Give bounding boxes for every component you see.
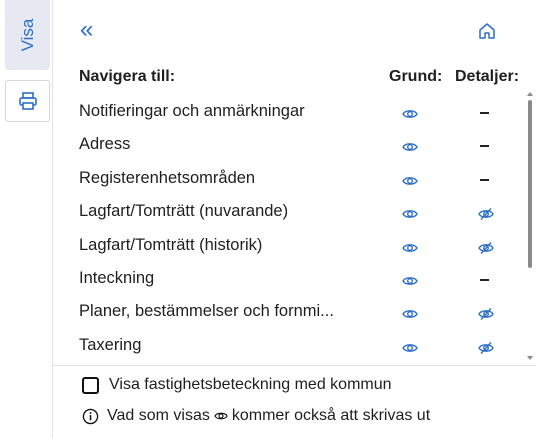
tab-visa[interactable]: Visa (5, 0, 50, 70)
info-icon (82, 408, 99, 424)
list-item[interactable]: Adress (52, 129, 522, 163)
double-chevron-left-icon: « (80, 16, 94, 43)
list-item[interactable]: Inteckning (52, 263, 522, 297)
list-item[interactable]: Notifieringar och anmärkningar (52, 96, 522, 130)
scroll-up-icon[interactable] (527, 92, 533, 96)
scrollbar-thumb[interactable] (528, 100, 532, 268)
collapse-button[interactable]: « (80, 18, 93, 42)
eye-icon[interactable] (402, 139, 418, 155)
footer-divider (52, 365, 536, 366)
eye-icon[interactable] (402, 240, 418, 256)
list-item-label[interactable]: Lagfart/Tomträtt (historik) (79, 236, 262, 255)
eye-icon[interactable] (402, 106, 418, 122)
info-text-before: Vad som visas (107, 407, 210, 424)
eye-slash-icon[interactable] (478, 240, 494, 256)
list-item[interactable]: Lagfart/Tomträtt (historik) (52, 230, 522, 264)
show-municipality-option[interactable]: Visa fastighetsbeteckning med kommun (82, 374, 392, 396)
print-button[interactable] (5, 80, 50, 122)
list-item-label[interactable]: Lagfart/Tomträtt (nuvarande) (79, 202, 288, 221)
list-item[interactable]: Taxering (52, 330, 522, 358)
navigation-list: Notifieringar och anmärkningar Adress Regi… (52, 96, 536, 358)
info-text-after: kommer också att skrivas ut (231, 407, 431, 424)
column-headers: Navigera till: Grund: Detaljer: (79, 68, 536, 92)
print-info-note: Vad som visas kommer också att skrivas u… (82, 405, 430, 427)
eye-icon[interactable] (402, 173, 418, 189)
home-icon[interactable] (478, 22, 496, 40)
list-item-label[interactable]: Adress (79, 135, 130, 154)
list-item-label[interactable]: Taxering (79, 336, 141, 355)
list-item[interactable]: Registerenhetsområden (52, 163, 522, 197)
eye-icon[interactable] (402, 273, 418, 289)
eye-icon[interactable] (402, 306, 418, 322)
list-item-label[interactable]: Registerenhetsområden (79, 169, 255, 188)
eye-slash-icon[interactable] (478, 306, 494, 322)
navigation-panel: « Navigera till: Grund: Detaljer: Notifi… (52, 0, 536, 438)
show-municipality-label: Visa fastighetsbeteckning med kommun (109, 376, 392, 393)
list-item[interactable]: Lagfart/Tomträtt (nuvarande) (52, 196, 522, 230)
app-root: Visa « Navigera till: Grund: Detaljer: N… (0, 0, 536, 438)
eye-icon (214, 412, 228, 420)
printer-icon (18, 92, 37, 110)
list-item-label[interactable]: Planer, bestämmelser och fornmi... (79, 302, 334, 321)
eye-slash-icon[interactable] (478, 340, 494, 356)
dash-icon (480, 112, 489, 114)
left-toolbar: Visa (0, 0, 53, 438)
dash-icon (480, 145, 489, 148)
eye-icon[interactable] (402, 206, 418, 222)
header-grund: Grund: (389, 68, 443, 85)
scroll-down-icon[interactable] (527, 356, 533, 360)
eye-icon[interactable] (402, 340, 418, 356)
list-item[interactable]: Planer, bestämmelser och fornmi... (52, 296, 522, 330)
header-navigate: Navigera till: (79, 68, 176, 85)
list-scrollbar[interactable] (526, 92, 534, 360)
eye-slash-icon[interactable] (478, 206, 494, 222)
dash-icon (480, 279, 489, 281)
show-municipality-checkbox[interactable] (82, 376, 99, 394)
list-item-label[interactable]: Inteckning (79, 269, 154, 288)
header-detaljer: Detaljer: (455, 68, 520, 85)
dash-icon (480, 178, 489, 181)
list-item-label[interactable]: Notifieringar och anmärkningar (79, 102, 305, 121)
tab-visa-label: Visa (17, 18, 37, 52)
